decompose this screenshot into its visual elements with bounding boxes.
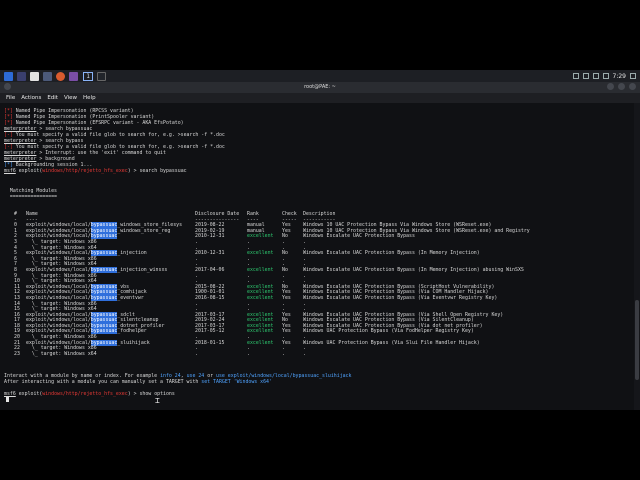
module-suffix: _sluihijack: [117, 339, 150, 346]
disclosure-date: 2016-08-15: [195, 294, 225, 301]
module-rank: excellent: [247, 294, 274, 301]
msf-context: exploit(: [18, 168, 43, 174]
disclosure-date: 2017-04-06: [195, 266, 225, 273]
module-rank: excellent: [247, 328, 274, 335]
module-description: Windows UAC Protection Bypass (Via Slui …: [303, 339, 480, 346]
section-rule-text: ================: [9, 194, 58, 200]
desktop-icon[interactable]: [17, 71, 26, 81]
module-rank: excellent: [247, 339, 274, 346]
minimize-icon[interactable]: [607, 83, 614, 90]
menu-file[interactable]: File: [6, 95, 15, 101]
disclosure-date: 2018-01-15: [195, 339, 225, 346]
disclosure-date: 2010-12-31: [195, 250, 225, 257]
module-name: \_ target: Windows x64: [26, 351, 97, 357]
menu-actions[interactable]: Actions: [21, 95, 41, 101]
text-editor-icon[interactable]: [43, 71, 52, 81]
disclosure-date: 2017-05-12: [195, 328, 225, 335]
module-path: \_ target: Windows x64: [26, 350, 97, 357]
window-controls: [607, 83, 636, 90]
module-rank: excellent: [247, 233, 274, 240]
files-icon[interactable]: [30, 71, 39, 81]
typed-command: > show options: [130, 391, 175, 397]
module-description: .: [303, 350, 306, 357]
terminal-task-icon[interactable]: [97, 71, 106, 81]
module-suffix: _injection: [117, 250, 147, 257]
module-suffix: _windows_store_reg: [117, 227, 171, 234]
kali-menu-icon[interactable]: [4, 71, 13, 81]
menu-bar: File Actions Edit View Help: [0, 93, 640, 103]
disclosure-date: 2010-12-31: [195, 233, 225, 240]
system-tray: 7:29: [572, 70, 636, 82]
disclosure-date: .: [195, 350, 198, 357]
module-rank: excellent: [247, 266, 274, 273]
terminal-line: msf6 exploit(windows/http/rejetto_hfs_ex…: [4, 168, 187, 174]
taskbar: 1 7:29: [0, 70, 640, 82]
volume-icon[interactable]: [592, 73, 599, 79]
row-index: 23: [14, 350, 20, 357]
app-icon[interactable]: [69, 71, 78, 81]
msf-context: exploit(: [18, 391, 43, 397]
module-description: Windows Escalate UAC Protection Bypass (…: [303, 266, 524, 273]
line-text: > search bypassuac: [130, 168, 187, 174]
msf-module-name: windows/http/rejetto_hfs_exec: [42, 391, 128, 397]
monitor-icon[interactable]: [572, 73, 579, 79]
msf-prompt: msf6: [4, 168, 16, 174]
menu-edit[interactable]: Edit: [47, 95, 58, 101]
power-icon[interactable]: [630, 73, 636, 79]
module-description: Windows Escalate UAC Protection Bypass (…: [303, 250, 480, 257]
module-rank: .: [247, 350, 250, 357]
module-description: Windows UAC Protection Bypass (Via FodHe…: [303, 328, 474, 335]
clock[interactable]: 7:29: [613, 73, 626, 80]
msf-module-name: windows/http/rejetto_hfs_exec: [42, 168, 128, 174]
network-icon[interactable]: [582, 73, 589, 79]
window-title: root@PAE: ~: [304, 84, 336, 90]
letterbox-bottom: [0, 410, 640, 480]
section-rule: ================: [4, 188, 57, 200]
text-cursor: [6, 397, 9, 402]
help-line-2: After interacting with a module you can …: [4, 379, 272, 385]
letterbox-top: [0, 0, 640, 70]
notification-icon[interactable]: [602, 73, 609, 79]
browser-icon[interactable]: [56, 71, 65, 81]
window-titlebar[interactable]: root@PAE: ~: [0, 82, 640, 93]
workspace-switcher[interactable]: 1: [83, 71, 93, 81]
check-support: .: [282, 350, 285, 357]
close-icon[interactable]: [629, 83, 636, 90]
menu-help[interactable]: Help: [83, 95, 96, 101]
mouse-cursor-icon: ⌶: [155, 396, 160, 405]
final-prompt-line[interactable]: msf6 exploit(windows/http/rejetto_hfs_ex…: [4, 391, 175, 397]
module-rank: excellent: [247, 250, 274, 257]
help-text-2: After interacting with a module you can …: [4, 379, 202, 385]
module-suffix: _fodhelper: [117, 328, 147, 335]
maximize-icon[interactable]: [618, 83, 625, 90]
module-suffix: _eventvwr: [117, 294, 144, 301]
module-suffix: _injection_winsxs: [117, 266, 168, 273]
menu-view[interactable]: View: [64, 95, 77, 101]
scrollbar-thumb[interactable]: [635, 300, 639, 380]
module-description: Windows Escalate UAC Protection Bypass (…: [303, 294, 498, 301]
module-description: Windows Escalate UAC Protection Bypass: [303, 233, 415, 240]
set-target-command: set TARGET 'Windows x64': [201, 379, 272, 385]
